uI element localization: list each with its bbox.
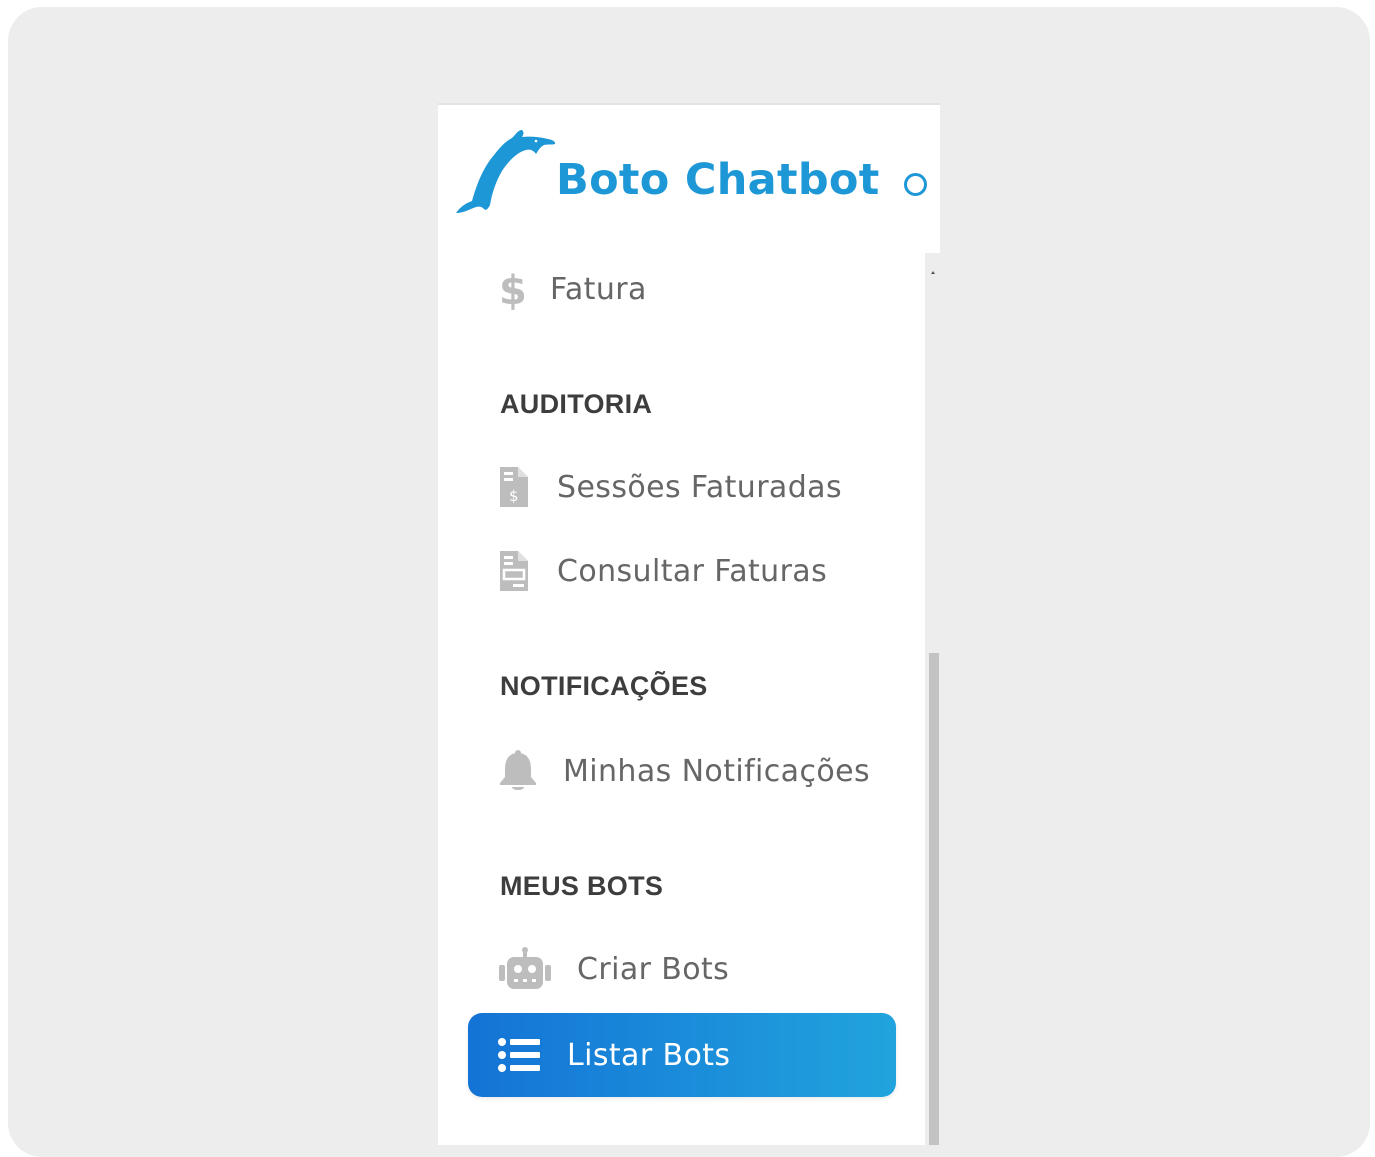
robot-icon (498, 947, 577, 991)
section-title-auditoria: AUDITORIA (500, 389, 653, 419)
brand-header: Boto Chatbot (438, 105, 940, 245)
dollar-icon: $ (498, 267, 550, 311)
bell-icon (498, 749, 563, 793)
sidebar-toggle-circle-icon[interactable] (904, 173, 927, 196)
menu-item-listar-bots-label: Listar Bots (567, 1037, 731, 1073)
sidebar-scrollbar[interactable] (925, 253, 940, 1145)
menu-item-listar-bots[interactable]: Listar Bots (468, 1013, 896, 1097)
menu-item-fatura[interactable]: $ Fatura (498, 259, 647, 319)
sidebar: Boto Chatbot $ Fatura AUDITORIA $ Sessõe… (438, 103, 940, 1145)
menu-item-consultar-faturas[interactable]: Consultar Faturas (498, 541, 827, 601)
invoice-list-icon (498, 549, 557, 593)
brand-name: Boto Chatbot (556, 155, 880, 205)
menu-item-minhas-notificacoes-label: Minhas Notificações (563, 753, 870, 789)
menu-item-consultar-faturas-label: Consultar Faturas (557, 553, 828, 589)
menu-item-minhas-notificacoes[interactable]: Minhas Notificações (498, 741, 870, 801)
dolphin-icon (456, 130, 556, 213)
menu-item-criar-bots-label: Criar Bots (577, 951, 730, 987)
screenshot-frame: Boto Chatbot $ Fatura AUDITORIA $ Sessõe… (8, 7, 1370, 1157)
menu-item-sessoes-faturadas-label: Sessões Faturadas (557, 469, 842, 505)
menu-item-sessoes-faturadas[interactable]: $ Sessões Faturadas (498, 457, 842, 517)
section-title-notificacoes: NOTIFICAÇÕES (500, 671, 708, 701)
svg-text:$: $ (499, 268, 524, 310)
scroll-up-arrow-icon[interactable] (931, 271, 935, 274)
svg-text:$: $ (509, 487, 519, 505)
menu-item-criar-bots[interactable]: Criar Bots (498, 939, 729, 999)
menu-item-fatura-label: Fatura (550, 271, 647, 307)
section-title-meus-bots: MEUS BOTS (500, 871, 664, 901)
list-icon (468, 1033, 567, 1077)
scrollbar-thumb[interactable] (929, 653, 939, 1145)
invoice-dollar-icon: $ (498, 465, 557, 509)
